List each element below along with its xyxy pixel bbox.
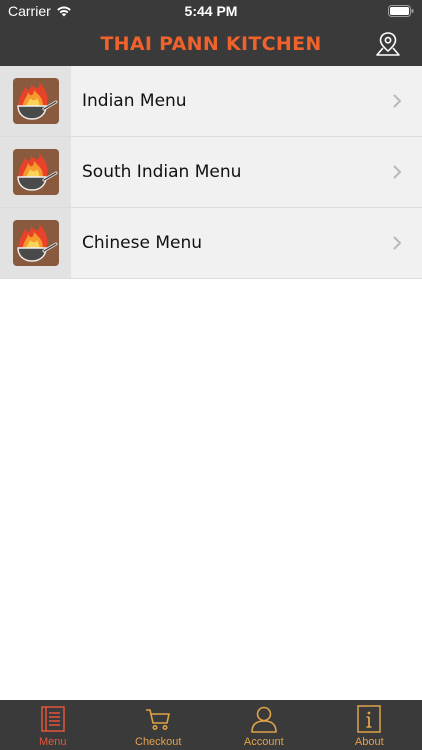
status-time: 5:44 PM: [184, 3, 238, 19]
menu-item-thumbnail: [0, 137, 71, 207]
wok-fire-icon: [12, 78, 59, 124]
cart-icon: [146, 709, 171, 731]
tab-menu[interactable]: Menu: [0, 700, 106, 750]
navigation-bar: THAI PANN KITCHEN: [0, 22, 422, 66]
tab-bar: Menu Checkout Account About: [0, 700, 422, 750]
tab-about[interactable]: About: [317, 700, 422, 750]
tab-account[interactable]: Account: [211, 700, 317, 750]
tab-label: Account: [243, 736, 284, 748]
menu-item-south-indian[interactable]: South Indian Menu: [0, 137, 422, 208]
info-icon: [357, 705, 381, 733]
menu-list: Indian Menu South Indian Menu Chinese Me…: [0, 66, 422, 279]
tab-label: Menu: [38, 736, 67, 748]
menu-item-chinese[interactable]: Chinese Menu: [0, 208, 422, 279]
tab-label: Checkout: [135, 736, 182, 748]
user-icon: [250, 706, 277, 733]
menu-item-thumbnail: [0, 66, 71, 136]
menu-item-label: Chinese Menu: [82, 233, 202, 253]
status-bar: Carrier 5:44 PM: [0, 0, 422, 22]
chevron-right-icon: [393, 165, 401, 179]
chevron-right-icon: [393, 94, 401, 108]
menu-item-indian[interactable]: Indian Menu: [0, 66, 422, 137]
menu-item-thumbnail: [0, 208, 71, 278]
menu-item-label: Indian Menu: [82, 91, 187, 111]
battery-icon: [388, 5, 414, 17]
tab-checkout[interactable]: Checkout: [106, 700, 212, 750]
menu-item-label: South Indian Menu: [82, 162, 242, 182]
wok-fire-icon: [12, 220, 59, 266]
tab-label: About: [354, 736, 384, 748]
chevron-right-icon: [393, 236, 401, 250]
map-pin-icon[interactable]: [374, 30, 402, 58]
menu-list-icon: [41, 706, 65, 732]
brand-title: THAI PANN KITCHEN: [100, 33, 322, 55]
wok-fire-icon: [12, 149, 59, 195]
